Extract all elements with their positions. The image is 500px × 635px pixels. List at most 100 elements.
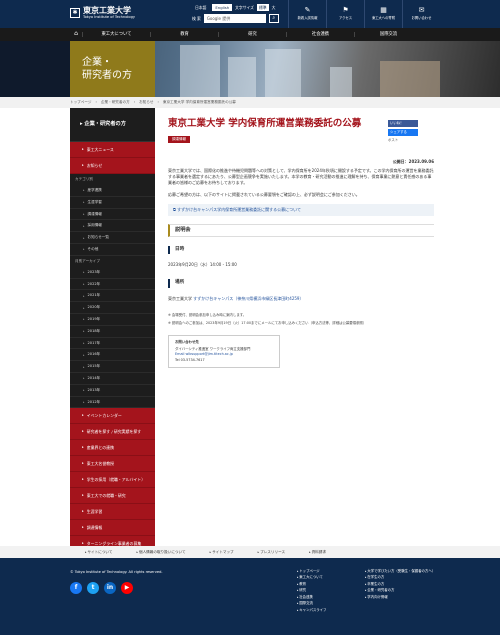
facebook-icon[interactable]: f — [70, 582, 82, 594]
logo-japanese: 東京工業大学 — [83, 6, 131, 15]
font-size-large-button[interactable]: 大 — [272, 5, 276, 10]
twitter-icon[interactable]: t — [87, 582, 99, 594]
related-link-text[interactable]: すずかけ台キャンパス学内保育所運営業務委託に関する公募について — [177, 207, 301, 212]
copyright: © Tokyo Institute of Technology. All rig… — [70, 570, 163, 574]
quick-link-2[interactable]: ▦ 東工大への寄附 — [364, 0, 402, 28]
footer-link[interactable]: キャンパスライフ — [297, 607, 326, 613]
language-switcher: 日本語 English 文字サイズ 標準 大 — [192, 4, 276, 12]
sidebar-item[interactable]: 研究者を探す / 研究実績を探す — [70, 424, 155, 441]
sidebar-item[interactable]: 2022年 — [70, 279, 155, 291]
place-link[interactable]: すずかけ台キャンパス（神奈川県横浜市緑区長津田町4259） — [193, 296, 303, 301]
sidebar: ▸ 企業・研究者の方 東工大ニュースお知らせ カテゴリ別 産学連携生涯学習調達情… — [70, 108, 155, 553]
sidebar-item[interactable]: 生涯学習 — [70, 504, 155, 521]
breadcrumb-item[interactable]: お知らせ — [139, 100, 153, 105]
lang-english[interactable]: English — [212, 4, 233, 12]
sidebar-item[interactable]: 2012年 — [70, 397, 155, 409]
sidebar-item[interactable]: 東工大ニュース — [70, 142, 155, 158]
quick-link-label: 新着入試情報 — [297, 16, 318, 21]
post-button[interactable]: ポスト — [388, 138, 418, 143]
sidebar-item[interactable]: 2020年 — [70, 302, 155, 314]
quick-link-3[interactable]: ✉ お問い合わせ — [402, 0, 440, 28]
section-heading: 説明会 — [168, 223, 434, 237]
footer-nav-link[interactable]: プレスリリース — [258, 550, 285, 555]
sidebar-category-heading: カテゴリ別 — [75, 177, 93, 182]
search-input[interactable]: Google 提供 — [203, 14, 266, 23]
event-datetime: 2023年9月20日（水）14:00 - 15:00 — [168, 262, 237, 268]
footer-link[interactable]: 東工大について — [297, 574, 326, 580]
quick-links: ✎ 新着入試情報 ⚑ アクセス ▦ 東工大への寄附 ✉ お問い合わせ — [288, 0, 440, 28]
font-size-standard-button[interactable]: 標準 — [256, 4, 269, 12]
university-emblem-icon: ✱ — [70, 8, 80, 19]
sidebar-item[interactable]: 調達情報 — [70, 520, 155, 537]
footer-nav-link[interactable]: 個人情報の取り扱いについて — [137, 550, 186, 555]
sidebar-item[interactable]: 2018年 — [70, 326, 155, 338]
sidebar-item[interactable]: 生涯学習 — [70, 197, 155, 209]
sidebar-item[interactable]: 産業界との連携 — [70, 440, 155, 457]
breadcrumb: トップページ › 企業・研究者の方 › お知らせ › 東京工業大学 学内保育所運営業務委託の… — [0, 97, 500, 108]
font-size-label: 文字サイズ — [235, 5, 254, 10]
sidebar-item[interactable]: 調達情報 — [70, 209, 155, 221]
nav-item-2[interactable]: 研究 — [218, 31, 286, 38]
sidebar-item[interactable]: 2017年 — [70, 338, 155, 350]
sidebar-item[interactable]: イベントカレンダー — [70, 408, 155, 425]
breadcrumb-item[interactable]: トップページ — [70, 100, 92, 105]
main-content: 東京工業大学 学内保育所運営業務委託の公募 いいね！ シェアする ポスト 調達情… — [168, 118, 434, 368]
sidebar-item[interactable]: 採用情報 — [70, 220, 155, 233]
note-2: ※ 説明会へのご参加は、2023年9月19日（火）17:00までにメールにてお申… — [168, 320, 367, 325]
sidebar-item[interactable]: その他 — [70, 244, 155, 256]
contact-title: お問い合わせ先 — [175, 340, 199, 345]
quick-link-label: アクセス — [338, 16, 353, 21]
site-logo[interactable]: ✱ 東京工業大学 Tokyo Institute of Technology — [70, 7, 135, 19]
logo-english: Tokyo Institute of Technology — [83, 15, 136, 19]
sidebar-item[interactable]: 2021年 — [70, 290, 155, 303]
hero-title: 企業・ 研究者の方 — [70, 41, 155, 97]
hero-title-line2: 研究者の方 — [82, 70, 132, 81]
footer-nav-link[interactable]: サイトマップ — [210, 550, 234, 555]
contact-tel: Tel 03-5734-7617 — [175, 357, 205, 362]
hero-title-line1: 企業・ — [82, 56, 112, 68]
sidebar-item[interactable]: 2016年 — [70, 349, 155, 362]
lang-japanese[interactable]: 日本語 — [192, 4, 209, 11]
sidebar-item[interactable]: 2015年 — [70, 361, 155, 373]
sidebar-item[interactable]: 東工大での就職・研究 — [70, 488, 155, 505]
category-tag[interactable]: 調達情報 — [168, 136, 190, 144]
sidebar-item[interactable]: 2014年 — [70, 373, 155, 385]
article-body-2: 応募ご希望の方は、以下のサイトに掲載されている公募要領をご確認の上、必ず説明会に… — [168, 192, 360, 198]
home-icon[interactable]: ⌂ — [70, 30, 82, 38]
sidebar-item[interactable]: お知らせ一覧 — [70, 232, 155, 244]
footer-links-col1: トップページ東工大について教育研究社会連携国際交流キャンパスライフ — [297, 568, 326, 613]
nav-item-3[interactable]: 社会連携 — [286, 31, 354, 38]
footer-link[interactable]: 学内向け情報 — [365, 594, 435, 600]
linkedin-icon[interactable]: in — [104, 582, 116, 594]
article-body: 東京工業大学では、国際化の推進や待機児問題等への対策として、学内保育所を2024… — [168, 167, 434, 186]
breadcrumb-separator: › — [157, 100, 159, 105]
nav-item-4[interactable]: 国際交流 — [354, 31, 422, 38]
sidebar-item[interactable]: 学生の採用（就職・アルバイト） — [70, 472, 155, 489]
nav-item-0[interactable]: 東工大について — [82, 31, 150, 38]
sidebar-item[interactable]: 東工大名誉教授 — [70, 456, 155, 473]
sidebar-item[interactable]: お知らせ — [70, 158, 155, 174]
quick-link-0[interactable]: ✎ 新着入試情報 — [288, 0, 326, 28]
facebook-share-button[interactable]: シェアする — [388, 129, 418, 136]
sidebar-archive-heading: 月別アーカイブ — [75, 258, 100, 263]
sidebar-item[interactable]: 2013年 — [70, 385, 155, 397]
related-link[interactable]: ⧉ すずかけ台キャンパス学内保育所運営業務委託に関する公募について — [168, 204, 434, 216]
sidebar-item[interactable]: 産学連携 — [70, 185, 155, 197]
site-header: ✱ 東京工業大学 Tokyo Institute of Technology 日… — [0, 0, 500, 28]
event-place: 東京工業大学 すずかけ台キャンパス（神奈川県横浜市緑区長津田町4259） — [168, 296, 434, 301]
publish-date: 公開日：2023.09.06 — [392, 159, 434, 165]
hero-banner: 企業・ 研究者の方 — [0, 41, 500, 97]
facebook-like-button[interactable]: いいね！ — [388, 120, 418, 127]
quick-link-label: お問い合わせ — [411, 16, 432, 21]
search-icon[interactable]: ⌕ — [268, 14, 279, 23]
sidebar-item[interactable]: 2023年 — [70, 267, 155, 279]
footer-nav-link[interactable]: 資料請求 — [309, 550, 326, 555]
sidebar-item[interactable]: 2019年 — [70, 314, 155, 326]
date-heading: 日時 — [168, 245, 434, 255]
quick-link-1[interactable]: ⚑ アクセス — [326, 0, 364, 28]
footer-nav-link[interactable]: サイトについて — [85, 550, 112, 555]
youtube-icon[interactable]: ▶ — [121, 582, 133, 594]
footer-links-col2: 大学で学びたい方（受験生・保護者の方へ）在学生の方卒業生の方企業・研究者の方学内… — [365, 568, 435, 600]
breadcrumb-item[interactable]: 企業・研究者の方 — [101, 100, 130, 105]
nav-item-1[interactable]: 教育 — [150, 31, 218, 38]
